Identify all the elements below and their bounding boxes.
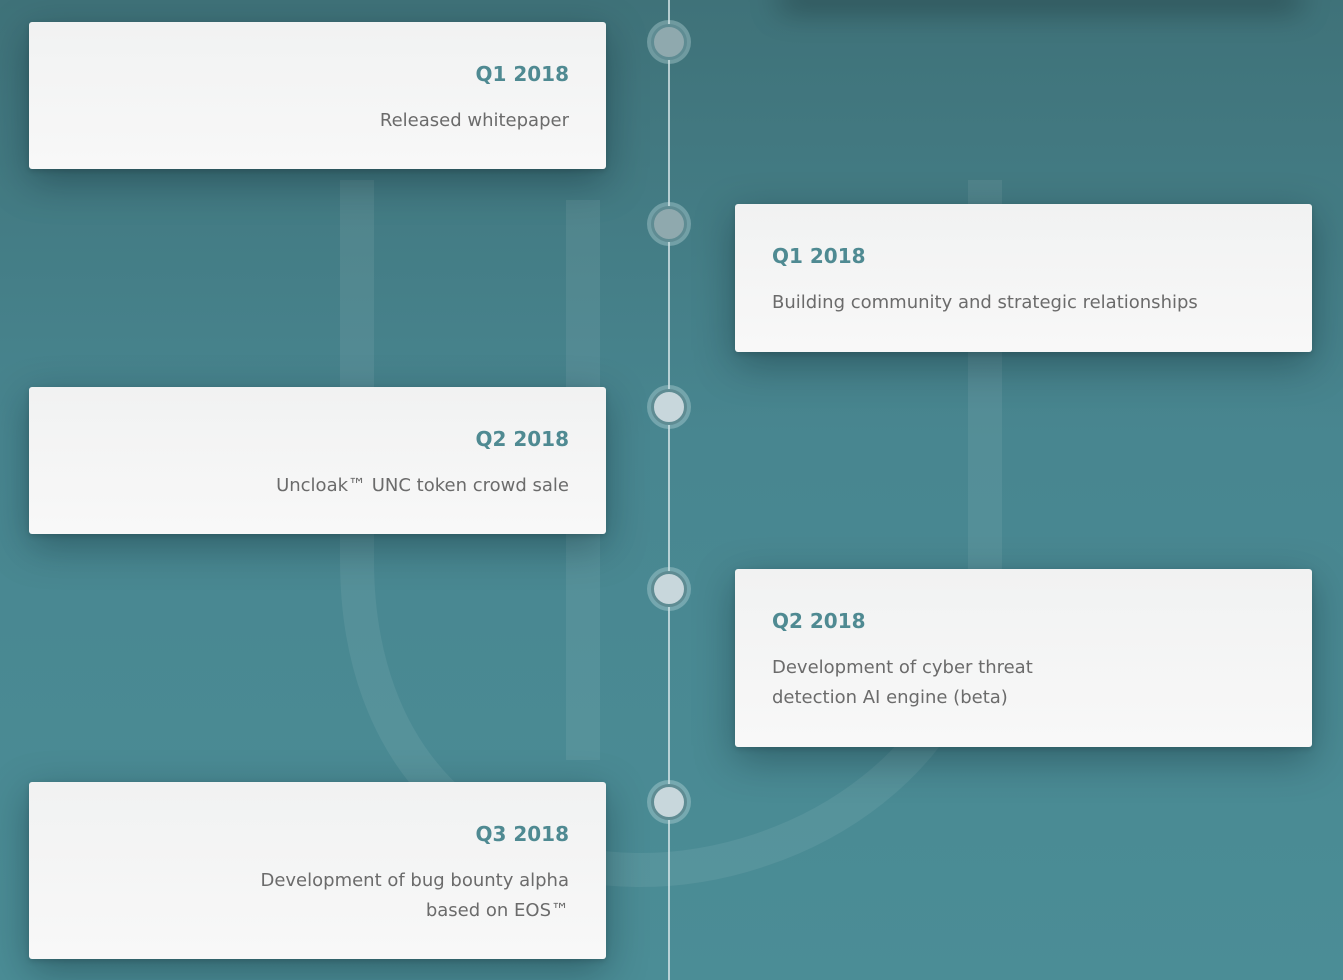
timeline-node — [651, 389, 687, 425]
timeline-card: Q1 2018 Building community and strategic… — [735, 204, 1312, 352]
milestone-description: Development of cyber threat detection AI… — [772, 657, 1033, 708]
timeline-line — [668, 0, 670, 980]
timeline-card: Q1 2018 Released whitepaper — [29, 22, 606, 169]
milestone-description: Released whitepaper — [379, 110, 569, 131]
milestone-description: Uncloak™ UNC token crowd sale — [276, 475, 569, 496]
milestone-date: Q2 2018 — [772, 609, 866, 633]
timeline-card: Q3 2018 Development of bug bounty alpha … — [29, 782, 606, 959]
timeline-node — [651, 206, 687, 242]
milestone-date: Q1 2018 — [475, 62, 569, 86]
timeline-card: Q2 2018 Development of cyber threat dete… — [735, 569, 1312, 747]
milestone-date: Q1 2018 — [772, 244, 866, 268]
timeline-card: Q2 2018 Uncloak™ UNC token crowd sale — [29, 387, 606, 534]
milestone-date: Q3 2018 — [475, 822, 569, 846]
milestone-description: Development of bug bounty alpha based on… — [260, 870, 569, 921]
milestone-date: Q2 2018 — [475, 427, 569, 451]
timeline-node — [651, 784, 687, 820]
milestone-description: Building community and strategic relatio… — [772, 292, 1198, 313]
timeline-node — [651, 571, 687, 607]
timeline-node — [651, 24, 687, 60]
